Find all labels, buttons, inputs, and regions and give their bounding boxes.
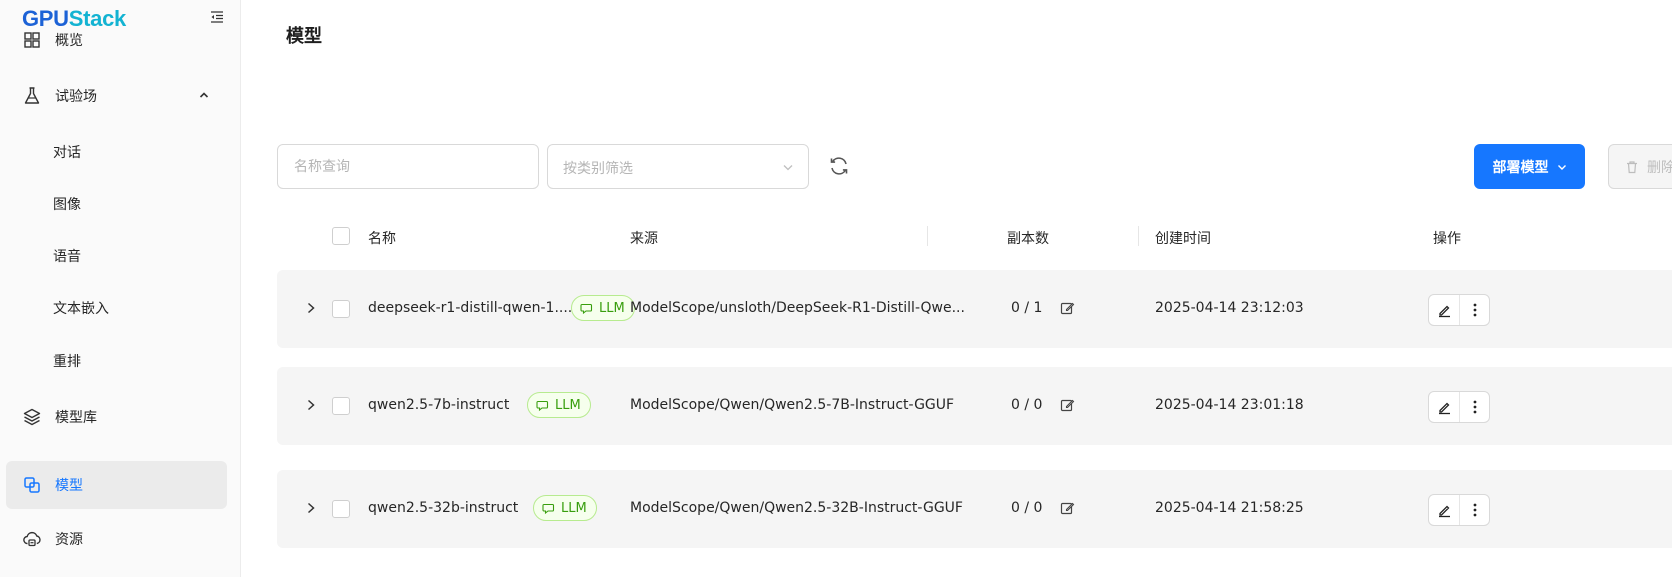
- sidebar-item-audio[interactable]: 语音: [6, 232, 227, 280]
- edit-replicas-icon[interactable]: [1060, 398, 1075, 413]
- sidebar-item-label: 文本嵌入: [53, 301, 109, 317]
- model-name[interactable]: qwen2.5-32b-instruct: [368, 500, 518, 516]
- created-time: 2025-04-14 23:01:18: [1155, 397, 1304, 413]
- sidebar-item-label: 模型: [55, 478, 83, 494]
- select-all-checkbox[interactable]: [332, 227, 350, 245]
- edit-button[interactable]: [1429, 392, 1460, 422]
- model-type-tag: LLM: [527, 392, 591, 418]
- more-vertical-icon: [1473, 303, 1476, 317]
- edit-icon: [1438, 505, 1450, 517]
- layers-icon: [23, 408, 41, 426]
- created-time: 2025-04-14 23:12:03: [1155, 300, 1304, 316]
- trash-icon: [1627, 160, 1637, 173]
- edit-icon: [1438, 402, 1450, 414]
- replica-count: 0 / 0: [1011, 397, 1043, 413]
- column-header-actions: 操作: [1433, 231, 1461, 247]
- chevron-right-icon[interactable]: [305, 501, 317, 515]
- sidebar: GPUStack 概览 试验场 对话 图像 语音 文本嵌入 重排 模型库 模型 …: [0, 0, 241, 577]
- chat-bubble-icon: [536, 400, 549, 412]
- row-actions: [1428, 494, 1490, 526]
- sidebar-item-playground[interactable]: 试验场: [6, 72, 227, 120]
- table-row[interactable]: qwen2.5-7b-instruct LLM ModelScope/Qwen/…: [277, 367, 1672, 445]
- sidebar-item-label: 重排: [53, 354, 81, 370]
- more-vertical-icon: [1473, 503, 1476, 517]
- sidebar-item-label: 资源: [55, 532, 83, 548]
- column-header-created[interactable]: 创建时间: [1155, 228, 1211, 248]
- delete-label: 删除: [1647, 159, 1672, 176]
- edit-replicas-icon[interactable]: [1060, 501, 1075, 516]
- model-type-label: LLM: [599, 300, 625, 316]
- edit-replicas-icon[interactable]: [1060, 301, 1075, 316]
- delete-button[interactable]: 删除: [1608, 144, 1672, 189]
- search-input[interactable]: [277, 144, 539, 189]
- chat-bubble-icon: [542, 503, 555, 515]
- model-name[interactable]: deepseek-r1-distill-qwen-1....: [368, 300, 572, 316]
- edit-button[interactable]: [1429, 295, 1460, 325]
- cloud-resource-icon: [23, 530, 41, 548]
- more-vertical-icon: [1473, 400, 1476, 414]
- sidebar-item-label: 语音: [53, 249, 81, 265]
- flask-icon: [23, 87, 41, 105]
- page-title: 模型: [286, 26, 322, 47]
- replica-count: 0 / 0: [1011, 500, 1043, 516]
- chevron-right-icon[interactable]: [305, 398, 317, 412]
- model-source: ModelScope/Qwen/Qwen2.5-32B-Instruct-GGU…: [630, 500, 963, 516]
- category-filter-placeholder: 按类别筛选: [563, 161, 633, 177]
- main-content: 模型 按类别筛选 部署模型 删除 名称 来源 副本数: [241, 0, 1672, 577]
- chevron-up-icon: [199, 92, 209, 98]
- model-source: ModelScope/Qwen/Qwen2.5-7B-Instruct-GGUF: [630, 397, 955, 413]
- row-checkbox[interactable]: [332, 300, 350, 318]
- column-divider: [1138, 226, 1139, 246]
- model-source: ModelScope/unsloth/DeepSeek-R1-Distill-Q…: [630, 300, 965, 316]
- edit-icon: [1438, 305, 1450, 317]
- row-checkbox[interactable]: [332, 500, 350, 518]
- sidebar-item-label: 对话: [53, 145, 81, 161]
- row-checkbox[interactable]: [332, 397, 350, 415]
- chevron-down-icon: [1557, 164, 1566, 170]
- row-actions: [1428, 391, 1490, 423]
- column-header-replicas[interactable]: 副本数: [1007, 228, 1049, 248]
- model-type-label: LLM: [561, 500, 587, 516]
- app-window: GPUStack 概览 试验场 对话 图像 语音 文本嵌入 重排 模型库 模型 …: [0, 0, 1672, 577]
- created-time: 2025-04-14 21:58:25: [1155, 500, 1304, 516]
- table-header: 名称 来源 副本数 创建时间 操作: [277, 216, 1672, 256]
- sidebar-item-overview[interactable]: 概览: [6, 16, 227, 64]
- sidebar-item-image[interactable]: 图像: [6, 180, 227, 228]
- chevron-down-icon: [783, 165, 793, 171]
- model-type-label: LLM: [555, 397, 581, 413]
- table-row[interactable]: deepseek-r1-distill-qwen-1.... LLM Model…: [277, 270, 1672, 348]
- refresh-icon[interactable]: [828, 155, 850, 177]
- sidebar-item-label: 模型库: [55, 410, 97, 426]
- row-actions: [1428, 294, 1490, 326]
- model-name[interactable]: qwen2.5-7b-instruct: [368, 397, 509, 413]
- sidebar-item-model-catalog[interactable]: 模型库: [6, 393, 227, 441]
- sidebar-item-label: 图像: [53, 197, 81, 213]
- sidebar-item-models[interactable]: 模型: [6, 461, 227, 509]
- more-actions-button[interactable]: [1460, 295, 1489, 325]
- category-filter-select[interactable]: 按类别筛选: [547, 144, 809, 189]
- sidebar-item-embedding[interactable]: 文本嵌入: [6, 284, 227, 332]
- model-type-tag: LLM: [571, 295, 635, 321]
- sidebar-item-resources[interactable]: 资源: [6, 515, 227, 563]
- model-icon: [23, 476, 41, 494]
- edit-button[interactable]: [1429, 495, 1460, 525]
- column-divider: [927, 226, 928, 246]
- sidebar-item-label: 概览: [55, 33, 83, 49]
- chat-bubble-icon: [580, 303, 593, 315]
- more-actions-button[interactable]: [1460, 495, 1489, 525]
- column-header-name[interactable]: 名称: [368, 228, 396, 248]
- table-row[interactable]: qwen2.5-32b-instruct LLM ModelScope/Qwen…: [277, 470, 1672, 548]
- more-actions-button[interactable]: [1460, 392, 1489, 422]
- sidebar-item-rerank[interactable]: 重排: [6, 337, 227, 385]
- replica-count: 0 / 1: [1011, 300, 1043, 316]
- dashboard-icon: [23, 31, 41, 49]
- model-type-tag: LLM: [533, 495, 597, 521]
- chevron-right-icon[interactable]: [305, 301, 317, 315]
- deploy-model-button[interactable]: 部署模型: [1474, 144, 1585, 189]
- deploy-model-label: 部署模型: [1492, 159, 1549, 176]
- sidebar-item-label: 试验场: [55, 89, 97, 105]
- sidebar-item-chat[interactable]: 对话: [6, 128, 227, 176]
- column-header-source[interactable]: 来源: [630, 228, 658, 248]
